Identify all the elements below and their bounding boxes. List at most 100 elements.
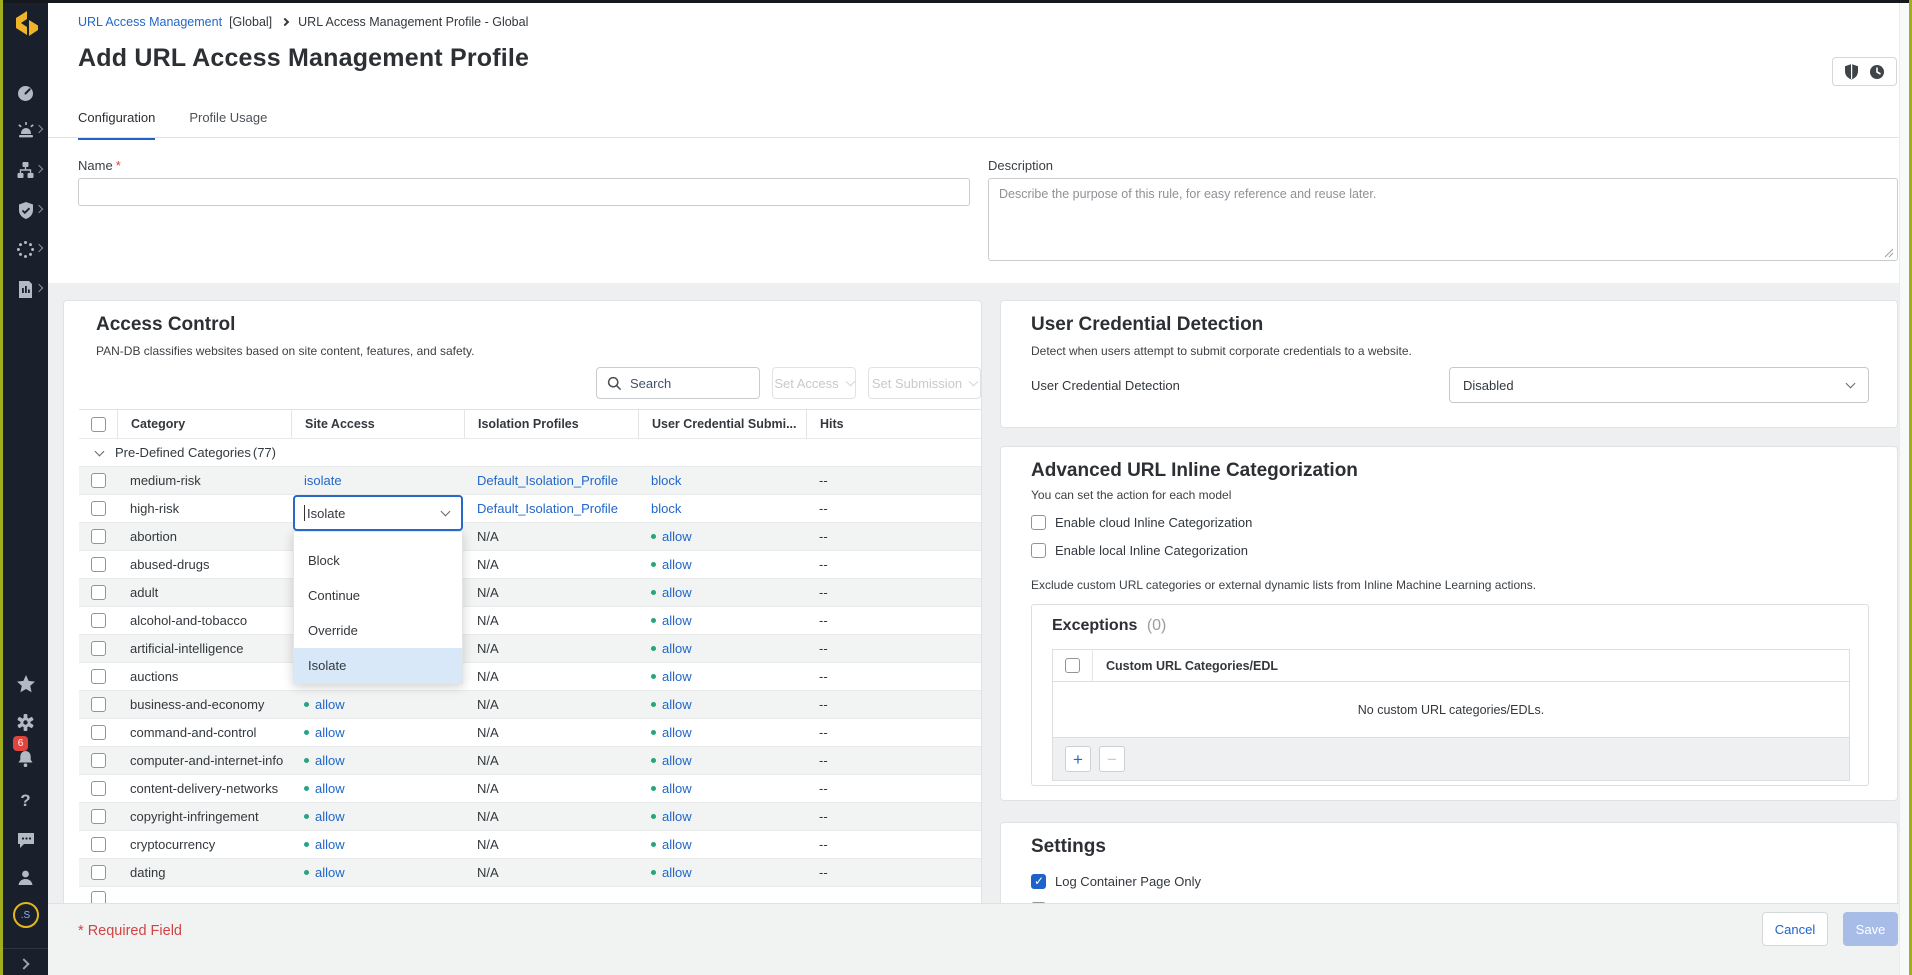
site-access-link[interactable]: allow [315, 865, 345, 880]
log-container-checkbox[interactable] [1031, 874, 1046, 889]
sidebar-item-help[interactable]: ? [3, 786, 48, 816]
table-row[interactable]: adultallowN/Aallow-- [79, 579, 982, 607]
user-credential-link[interactable]: allow [662, 865, 692, 880]
dropdown-option[interactable]: Allow [294, 532, 462, 543]
user-credential-link[interactable]: allow [662, 809, 692, 824]
user-credential-link[interactable]: allow [662, 697, 692, 712]
vertical-scrollbar[interactable] [1899, 0, 1909, 975]
set-access-button[interactable]: Set Access [772, 367, 856, 399]
sidebar-item-tenant[interactable]: .S [3, 900, 48, 930]
site-access-link[interactable]: allow [315, 809, 345, 824]
user-credential-link[interactable]: block [651, 473, 681, 488]
save-button[interactable]: Save [1843, 912, 1898, 946]
sidebar-item-incidents[interactable] [3, 115, 48, 145]
table-row[interactable]: abortionallowN/Aallow-- [79, 523, 982, 551]
table-row[interactable]: business-and-economyallowN/Aallow-- [79, 691, 982, 719]
sidebar-item-workflows[interactable] [3, 234, 48, 264]
user-credential-link[interactable]: allow [662, 529, 692, 544]
row-checkbox[interactable] [91, 557, 106, 572]
user-credential-link[interactable]: block [651, 501, 681, 516]
tab-profile-usage[interactable]: Profile Usage [189, 110, 267, 140]
site-access-link[interactable]: isolate [304, 473, 342, 488]
user-credential-link[interactable]: allow [662, 753, 692, 768]
column-header-user-credential[interactable]: User Credential Submi... [638, 410, 806, 438]
table-row[interactable]: alcohol-and-tobaccoallowN/Aallow-- [79, 607, 982, 635]
row-checkbox[interactable] [91, 585, 106, 600]
enable-local-checkbox[interactable] [1031, 543, 1046, 558]
sidebar-item-favorites[interactable] [3, 668, 48, 698]
row-checkbox[interactable] [91, 753, 106, 768]
column-header-hits[interactable]: Hits [806, 410, 982, 438]
breadcrumb-link[interactable]: URL Access Management [78, 15, 222, 29]
row-checkbox[interactable] [91, 725, 106, 740]
remove-exception-button[interactable]: − [1099, 746, 1125, 772]
expand-sidebar-icon[interactable] [18, 958, 29, 969]
dropdown-option[interactable]: Override [294, 613, 462, 648]
sidebar-item-security[interactable] [3, 195, 48, 225]
tab-configuration[interactable]: Configuration [78, 110, 155, 140]
sidebar-item-reports[interactable] [3, 274, 48, 304]
user-credential-link[interactable]: allow [662, 641, 692, 656]
table-row[interactable]: copyright-infringementallowN/Aallow-- [79, 803, 982, 831]
table-row[interactable]: abused-drugsallowN/Aallow-- [79, 551, 982, 579]
user-credential-link[interactable]: allow [662, 781, 692, 796]
category-group-row[interactable]: Pre-Defined Categories (77) [79, 439, 982, 467]
resize-grip-icon[interactable] [1884, 248, 1894, 258]
table-row[interactable]: auctionsallowN/Aallow-- [79, 663, 982, 691]
set-submission-button[interactable]: Set Submission [868, 367, 981, 399]
profile-type-toggle[interactable] [1832, 57, 1897, 86]
table-row[interactable]: medium-riskisolateDefault_Isolation_Prof… [79, 467, 982, 495]
dropdown-option[interactable]: Continue [294, 578, 462, 613]
row-checkbox[interactable] [91, 697, 106, 712]
row-checkbox[interactable] [91, 781, 106, 796]
dropdown-option[interactable]: Isolate [294, 648, 462, 683]
enable-cloud-checkbox[interactable] [1031, 515, 1046, 530]
isolation-profile-link[interactable]: Default_Isolation_Profile [477, 501, 618, 516]
ucd-select[interactable]: Disabled [1449, 367, 1869, 403]
table-row[interactable]: datingallowN/Aallow-- [79, 859, 982, 887]
name-input[interactable] [78, 178, 970, 206]
site-access-link[interactable]: allow [315, 781, 345, 796]
row-checkbox[interactable] [91, 501, 106, 516]
isolation-profile-link[interactable]: Default_Isolation_Profile [477, 473, 618, 488]
row-checkbox[interactable] [91, 669, 106, 684]
cancel-button[interactable]: Cancel [1762, 912, 1828, 946]
row-checkbox[interactable] [91, 865, 106, 880]
column-header-category[interactable]: Category [117, 410, 291, 438]
row-checkbox[interactable] [91, 529, 106, 544]
row-checkbox[interactable] [91, 641, 106, 656]
row-checkbox[interactable] [91, 473, 106, 488]
prisma-logo-icon[interactable] [9, 8, 43, 46]
user-credential-link[interactable]: allow [662, 585, 692, 600]
sidebar-item-notifications[interactable]: 6 [3, 743, 48, 773]
column-header-site-access[interactable]: Site Access [291, 410, 464, 438]
site-access-combobox[interactable]: Isolate [293, 495, 463, 531]
sidebar-item-network[interactable] [3, 155, 48, 185]
site-access-link[interactable]: allow [315, 837, 345, 852]
sidebar-item-user[interactable] [3, 862, 48, 892]
row-checkbox[interactable] [91, 837, 106, 852]
search-input[interactable] [630, 376, 740, 391]
site-access-link[interactable]: allow [315, 753, 345, 768]
add-exception-button[interactable]: + [1065, 746, 1091, 772]
user-credential-link[interactable]: allow [662, 837, 692, 852]
user-credential-link[interactable]: allow [662, 613, 692, 628]
column-header-isolation-profiles[interactable]: Isolation Profiles [464, 410, 638, 438]
exceptions-select-all-checkbox[interactable] [1065, 658, 1080, 673]
user-credential-link[interactable]: allow [662, 669, 692, 684]
table-row[interactable]: cryptocurrencyallowN/Aallow-- [79, 831, 982, 859]
sidebar-item-dashboard[interactable] [3, 78, 48, 108]
sidebar-item-settings[interactable] [3, 707, 48, 737]
table-row[interactable]: computer-and-internet-infoallowN/Aallow-… [79, 747, 982, 775]
table-row[interactable]: content-delivery-networksallowN/Aallow-- [79, 775, 982, 803]
table-row[interactable]: artificial-intelligenceallowN/Aallow-- [79, 635, 982, 663]
user-credential-link[interactable]: allow [662, 725, 692, 740]
table-row[interactable]: high-riskDefault_Isolation_Profileblock-… [79, 495, 982, 523]
row-checkbox[interactable] [91, 613, 106, 628]
row-checkbox[interactable] [91, 809, 106, 824]
site-access-link[interactable]: allow [315, 725, 345, 740]
site-access-link[interactable]: allow [315, 697, 345, 712]
dropdown-option[interactable]: Block [294, 543, 462, 578]
table-row[interactable]: command-and-controlallowN/Aallow-- [79, 719, 982, 747]
description-textarea[interactable] [988, 178, 1898, 261]
